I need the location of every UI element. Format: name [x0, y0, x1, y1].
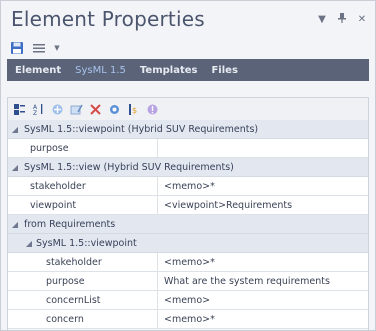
tab-element[interactable]: Element	[15, 65, 61, 76]
property-name: stakeholder	[42, 253, 158, 271]
sort-az-icon[interactable]: AZ	[31, 102, 46, 117]
section-title: SysML 1.5::viewpoint (Hybrid SUV Require…	[24, 123, 259, 135]
title-bar: Element Properties ▼ ✕	[1, 1, 375, 37]
menu-icon[interactable]	[31, 40, 47, 56]
property-value[interactable]: <memo>*	[158, 257, 215, 268]
close-icon[interactable]: ✕	[357, 14, 367, 25]
collapse-caret-icon[interactable]: ◢	[22, 239, 36, 248]
window-controls: ▼ ✕	[317, 12, 367, 26]
delete-icon[interactable]	[88, 102, 103, 117]
pin-icon[interactable]	[337, 12, 347, 26]
dropdown-icon[interactable]: ▼	[317, 14, 327, 25]
property-row[interactable]: stakeholder <memo>*	[8, 177, 368, 196]
section-header-view[interactable]: ◢ SysML 1.5::view (Hybrid SUV Requiremen…	[8, 158, 368, 177]
property-name: stakeholder	[26, 177, 158, 195]
property-row[interactable]: concern <memo>*	[8, 310, 368, 329]
tab-bar: Element SysML 1.5 Templates Files	[7, 59, 369, 81]
property-row[interactable]: purpose What are the system requirements	[8, 272, 368, 291]
section-title: SysML 1.5::view (Hybrid SUV Requirements…	[24, 161, 234, 173]
svg-text:Z: Z	[33, 110, 37, 116]
refresh-icon[interactable]	[107, 102, 122, 117]
edit-icon[interactable]	[69, 102, 84, 117]
collapse-caret-icon[interactable]: ◢	[8, 163, 22, 172]
help-icon[interactable]	[145, 102, 160, 117]
tab-files[interactable]: Files	[211, 65, 237, 76]
property-row[interactable]: concernList <memo>	[8, 291, 368, 310]
panel-toolbar: ▼	[1, 37, 375, 59]
property-grid-container: AZ $ ◢ SysML 1.5::viewpoint (Hybrid SUV …	[7, 97, 369, 330]
property-name: concern	[42, 310, 158, 328]
section-header-viewpoint[interactable]: ◢ SysML 1.5::viewpoint (Hybrid SUV Requi…	[8, 120, 368, 139]
save-icon[interactable]	[9, 40, 25, 56]
chevron-down-icon[interactable]: ▼	[53, 40, 61, 56]
property-value[interactable]: <viewpoint>Requirements	[158, 200, 292, 211]
element-properties-panel: Element Properties ▼ ✕ ▼ Element SysML 1…	[0, 0, 376, 331]
collapse-caret-icon[interactable]: ◢	[8, 220, 22, 229]
subsection-header-viewpoint[interactable]: ◢ SysML 1.5::viewpoint	[8, 234, 368, 253]
property-name: concernList	[42, 291, 158, 309]
property-row[interactable]: purpose	[8, 139, 368, 158]
property-row[interactable]: stakeholder <memo>*	[8, 253, 368, 272]
section-header-from-requirements[interactable]: ◢ from Requirements	[8, 215, 368, 234]
add-icon[interactable]	[50, 102, 65, 117]
svg-text:$: $	[132, 106, 137, 115]
grid-toolbar: AZ $	[8, 98, 368, 120]
section-title: from Requirements	[24, 218, 116, 230]
property-value[interactable]: <memo>*	[158, 314, 215, 325]
categorized-icon[interactable]	[12, 102, 27, 117]
property-value[interactable]: <memo>	[158, 295, 210, 306]
tab-sysml[interactable]: SysML 1.5	[75, 65, 126, 76]
property-value[interactable]: What are the system requirements	[158, 276, 330, 287]
subsection-title: SysML 1.5::viewpoint	[36, 237, 137, 249]
panel-title: Element Properties	[11, 7, 205, 31]
property-value[interactable]: <memo>*	[158, 181, 215, 192]
property-grid: ◢ SysML 1.5::viewpoint (Hybrid SUV Requi…	[8, 120, 368, 329]
property-row[interactable]: viewpoint <viewpoint>Requirements	[8, 196, 368, 215]
filter-icon[interactable]: $	[126, 102, 141, 117]
property-name: purpose	[42, 272, 158, 290]
property-name: viewpoint	[26, 196, 158, 214]
tab-templates[interactable]: Templates	[140, 65, 198, 76]
collapse-caret-icon[interactable]: ◢	[8, 125, 22, 134]
property-name: purpose	[26, 139, 158, 157]
